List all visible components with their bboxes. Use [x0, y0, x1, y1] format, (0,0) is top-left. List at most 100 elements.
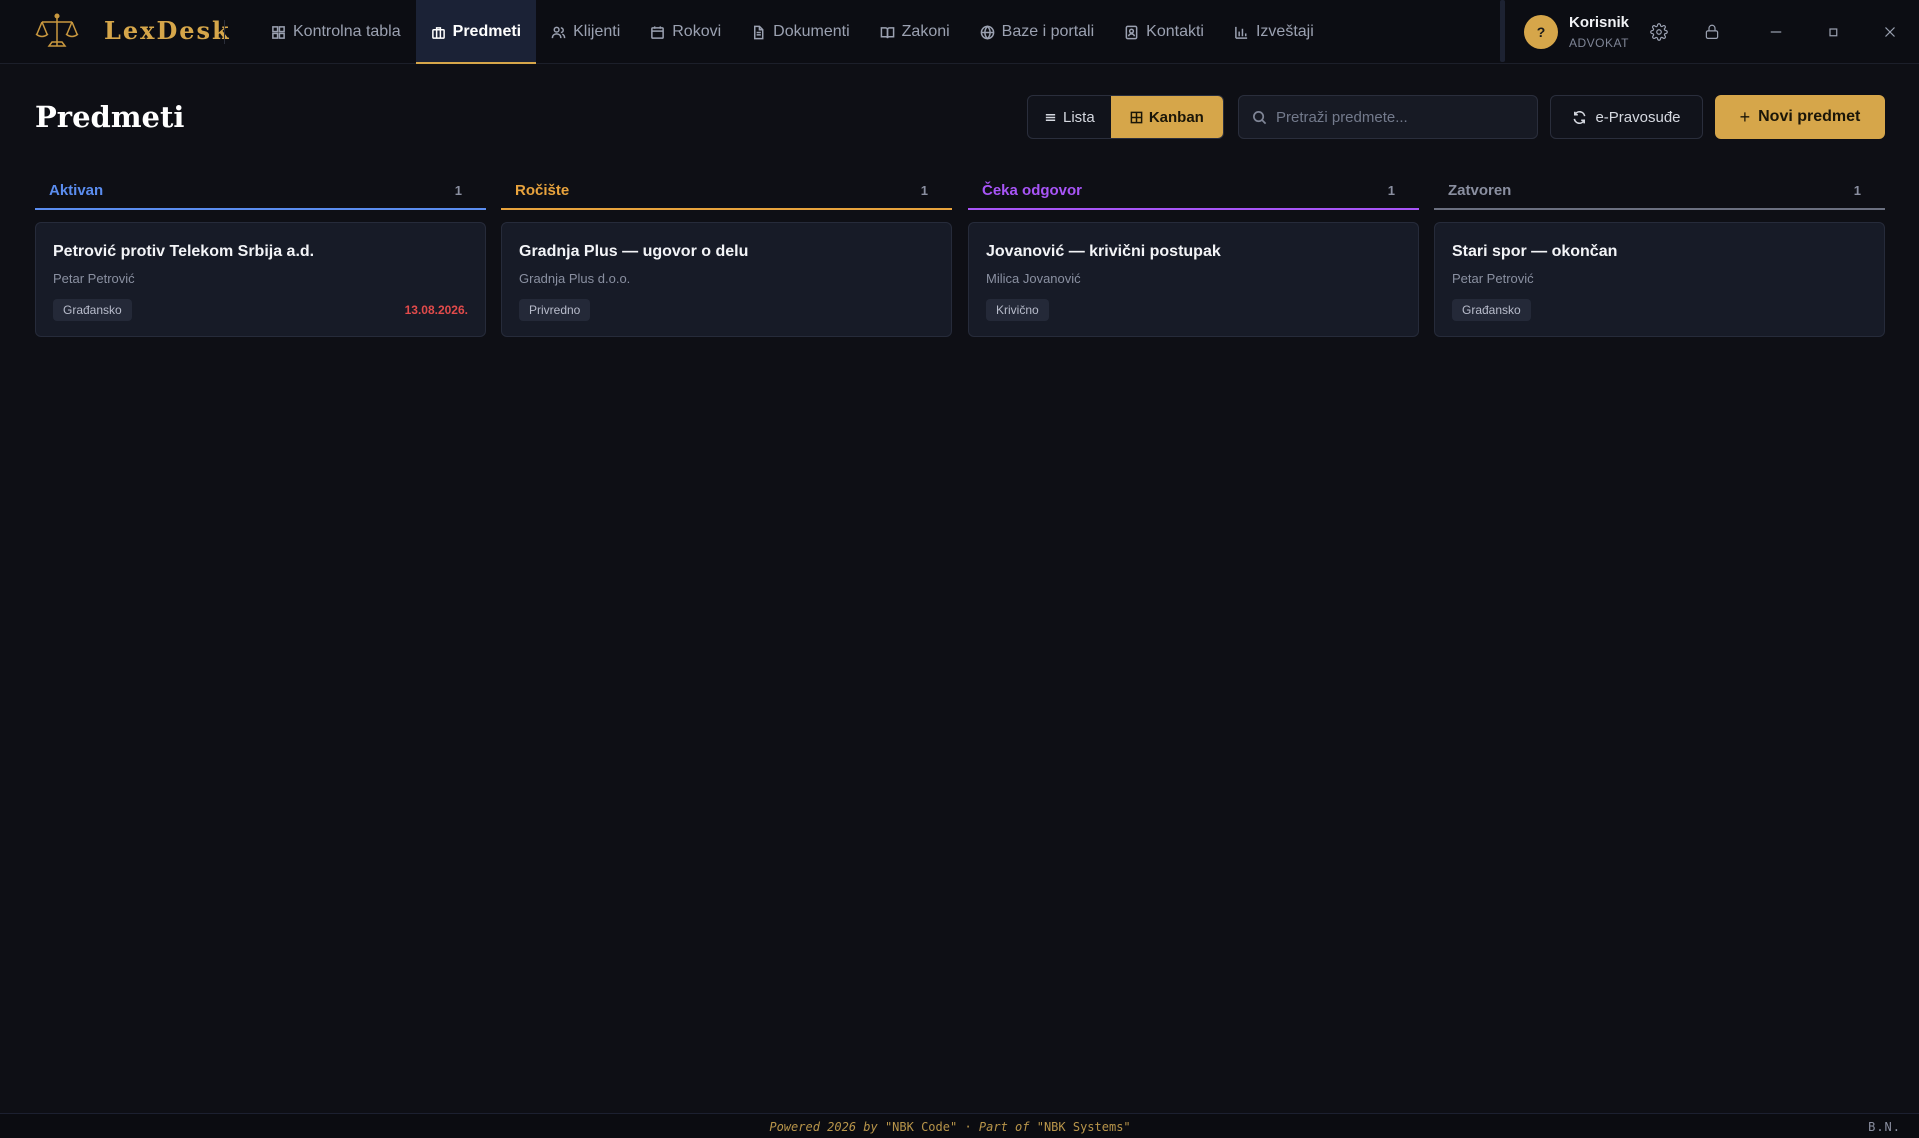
column-title: Aktivan [49, 181, 104, 199]
column-count: 1 [1853, 182, 1861, 198]
calendar-icon [651, 25, 665, 39]
settings-button[interactable] [1648, 21, 1670, 43]
column-count: 1 [454, 182, 462, 198]
view-kanban-button[interactable]: Kanban [1110, 96, 1223, 138]
nav-item-label: Dokumenti [773, 23, 850, 40]
case-title: Jovanović — krivični postupak [986, 243, 1221, 260]
epravosudje-label: e-Pravosuđe [1595, 108, 1681, 126]
search-box [1238, 95, 1538, 139]
plus-icon: + [1739, 106, 1751, 127]
case-client: Petar Petrović [1452, 271, 1534, 286]
footer-powered: Powered 2026 by [769, 1120, 878, 1134]
gear-icon [1650, 23, 1668, 41]
view-lista-label: Lista [1063, 108, 1095, 126]
kanban-column-rociste: Ročište 1 Gradnja Plus — ugovor o delu G… [501, 172, 952, 337]
case-title: Gradnja Plus — ugovor o delu [519, 243, 749, 260]
view-lista-button[interactable]: Lista [1028, 96, 1111, 138]
footer-company: "NBK Code" [884, 1120, 958, 1134]
footer-initials: B.N. [1868, 1120, 1901, 1134]
nav-item-label: Klijenti [573, 23, 621, 40]
nav-item-label: Kontakti [1146, 23, 1204, 40]
case-deadline-date: 13.08.2026. [404, 303, 468, 317]
globe-icon [980, 24, 995, 40]
case-card[interactable]: Petrović protiv Telekom Srbija a.d. Peta… [35, 222, 486, 337]
footer-parent: "NBK Systems" [1036, 1120, 1131, 1134]
scales-of-justice-logo-icon [34, 12, 80, 52]
close-icon [1885, 27, 1895, 37]
book-icon [880, 26, 894, 38]
top-bar: LexDesk Kontrolna tabla Predmeti Klijent… [0, 0, 1919, 64]
kanban-icon [1130, 111, 1143, 123]
users-icon [551, 26, 566, 38]
case-type-badge: Građansko [1452, 299, 1531, 321]
lock-button[interactable] [1701, 21, 1723, 43]
nav-item-label: Izveštaji [1255, 23, 1314, 40]
nav-item-label: Zakoni [901, 23, 950, 40]
bar-chart-icon [1235, 26, 1248, 39]
case-client: Milica Jovanović [986, 271, 1081, 286]
nav-item-predmeti[interactable]: Predmeti [415, 0, 537, 64]
column-header: Aktivan 1 [35, 172, 486, 210]
minimize-icon [1770, 31, 1782, 33]
list-icon [1045, 113, 1056, 121]
column-title: Čeka odgovor [982, 181, 1083, 199]
nav-item-label: Rokovi [672, 23, 722, 40]
view-kanban-label: Kanban [1148, 108, 1204, 126]
refresh-icon [1574, 110, 1586, 124]
close-button[interactable] [1879, 21, 1901, 43]
case-title: Petrović protiv Telekom Srbija a.d. [53, 243, 315, 260]
case-title: Stari spor — okončan [1452, 243, 1618, 260]
column-title: Zatvoren [1448, 181, 1512, 199]
main-nav: Kontrolna tabla Predmeti Klijenti Rokovi… [256, 0, 1329, 64]
page-title: Predmeti [35, 100, 185, 134]
column-header: Ročište 1 [501, 172, 952, 210]
column-count: 1 [1387, 182, 1395, 198]
kanban-column-ceka-odgovor: Čeka odgovor 1 Jovanović — krivični post… [968, 172, 1419, 337]
nav-item-kontakti[interactable]: Kontakti [1109, 0, 1219, 64]
case-card[interactable]: Jovanović — krivični postupak Milica Jov… [968, 222, 1419, 337]
dashboard-icon [272, 25, 285, 39]
nav-item-label: Kontrolna tabla [293, 23, 401, 40]
column-title: Ročište [515, 181, 570, 199]
avatar[interactable]: ? [1524, 15, 1558, 49]
minimize-button[interactable] [1765, 21, 1787, 43]
nav-item-zakoni[interactable]: Zakoni [865, 0, 965, 64]
column-header: Čeka odgovor 1 [968, 172, 1419, 210]
column-header: Zatvoren 1 [1434, 172, 1885, 210]
nav-item-izvestaji[interactable]: Izveštaji [1219, 0, 1329, 64]
contact-icon [1125, 25, 1138, 39]
document-icon [754, 25, 764, 39]
case-card[interactable]: Gradnja Plus — ugovor o delu Gradnja Plu… [501, 222, 952, 337]
nav-item-label: Baze i portali [1001, 23, 1095, 40]
nav-item-klijenti[interactable]: Klijenti [536, 0, 635, 64]
case-client: Petar Petrović [53, 271, 135, 286]
new-case-label: Novi predmet [1758, 108, 1861, 125]
case-type-badge: Građansko [53, 299, 132, 321]
search-icon [1253, 110, 1267, 124]
nav-item-dokumenti[interactable]: Dokumenti [736, 0, 864, 64]
view-toggle: Lista Kanban [1027, 95, 1224, 139]
footer-dot: · [964, 1120, 972, 1134]
nav-item-kontrolna-tabla[interactable]: Kontrolna tabla [256, 0, 416, 64]
kanban-column-aktivan: Aktivan 1 Petrović protiv Telekom Srbija… [35, 172, 486, 337]
user-name: Korisnik [1569, 14, 1630, 31]
case-type-badge: Krivično [986, 299, 1049, 321]
nav-item-baze-i-portali[interactable]: Baze i portali [965, 0, 1110, 64]
user-role: ADVOKAT [1569, 36, 1629, 50]
footer-part-of: Part of [978, 1120, 1030, 1134]
new-case-button[interactable]: + Novi predmet [1715, 95, 1885, 139]
nav-item-rokovi[interactable]: Rokovi [635, 0, 736, 64]
maximize-button[interactable] [1822, 21, 1844, 43]
case-card[interactable]: Stari spor — okončan Petar Petrović Građ… [1434, 222, 1885, 337]
app-brand-name: LexDesk [104, 16, 231, 45]
search-input[interactable] [1276, 108, 1516, 126]
brand-divider [224, 20, 225, 44]
footer-credits: Powered 2026 by "NBK Code" · Part of "NB… [0, 1120, 1900, 1134]
case-type-badge: Privredno [519, 299, 591, 321]
epravosudje-sync-button[interactable]: e-Pravosuđe [1550, 95, 1703, 139]
nav-item-label: Predmeti [452, 23, 522, 40]
column-count: 1 [920, 182, 928, 198]
topbar-separator [1500, 0, 1505, 62]
lock-icon [1705, 24, 1719, 39]
kanban-column-zatvoren: Zatvoren 1 Stari spor — okončan Petar Pe… [1434, 172, 1885, 337]
